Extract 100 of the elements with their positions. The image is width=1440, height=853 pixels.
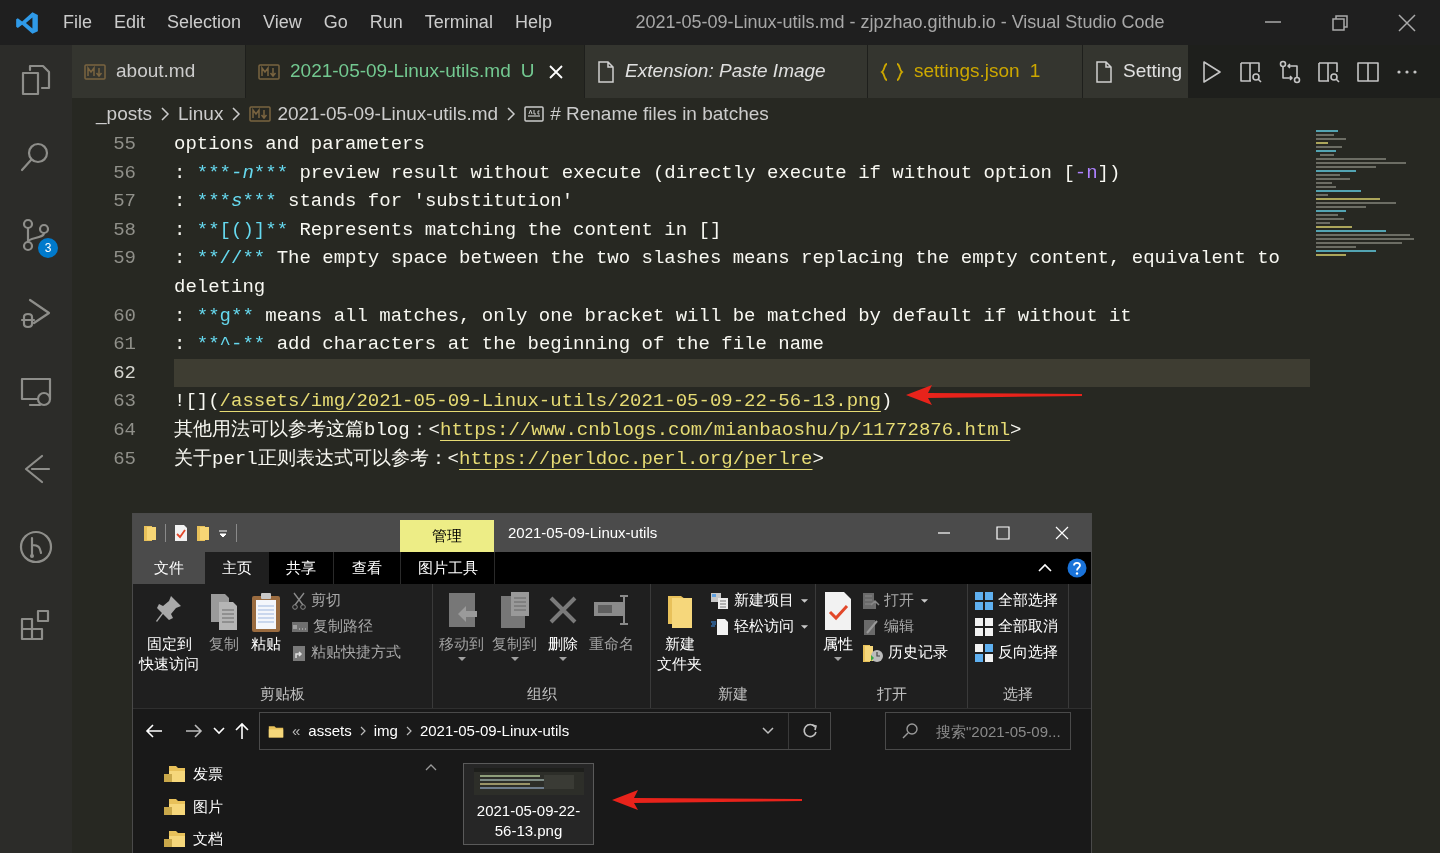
run-icon[interactable] xyxy=(1200,59,1224,84)
file-name: 2021-05-09-22-56-13.png xyxy=(475,801,582,841)
close-icon[interactable] xyxy=(1396,12,1417,33)
editor-tab[interactable]: Extension: Paste Image xyxy=(585,45,868,98)
nav-item[interactable]: 发票 xyxy=(193,763,223,786)
folder-icon xyxy=(268,723,284,739)
collapse-ribbon-icon[interactable] xyxy=(1037,563,1053,573)
help-icon[interactable] xyxy=(1067,558,1087,578)
group-label: 打开 xyxy=(876,683,907,704)
ribbon-button[interactable]: 轻松访问 xyxy=(710,616,809,637)
ribbon-tab[interactable]: 主页 xyxy=(205,552,269,584)
menu-item[interactable]: Terminal xyxy=(415,5,502,40)
link[interactable]: /assets/img/2021-05-09-Linux-utils/2021-05-09-22-56-13.png xyxy=(219,390,881,413)
link[interactable]: https://perldoc.perl.org/perlre xyxy=(459,447,813,470)
document-icon xyxy=(1095,60,1113,83)
ribbon-button[interactable]: 反向选择 xyxy=(974,642,1058,663)
code-line: options and parameters xyxy=(174,132,425,157)
shortcut-icon xyxy=(291,643,307,662)
menu-item[interactable]: Selection xyxy=(158,5,251,40)
chevron-right-icon xyxy=(359,726,366,736)
path-segment[interactable]: img xyxy=(373,719,398,743)
ribbon-button[interactable]: 全部选择 xyxy=(974,590,1058,611)
nav-item[interactable]: 图片 xyxy=(193,795,223,818)
scroll-up-icon[interactable] xyxy=(425,763,437,771)
group-label: 选择 xyxy=(1003,683,1033,704)
forward-icon[interactable] xyxy=(185,723,203,739)
ribbon-button[interactable]: 新建 文件夹 xyxy=(657,590,702,674)
folder-icon[interactable] xyxy=(143,524,157,542)
folder-icon[interactable] xyxy=(196,524,210,542)
restore-icon[interactable] xyxy=(1329,12,1350,33)
code-line: ![](/assets/img/2021-05-09-Linux-utils/2021-05-09-22-56-13.png) xyxy=(174,389,893,415)
menu-item[interactable]: Run xyxy=(360,5,412,40)
back-icon[interactable] xyxy=(145,723,163,739)
recent-dropdown-icon[interactable] xyxy=(213,727,225,735)
menu-item[interactable]: Go xyxy=(314,5,357,40)
line-number: 61 xyxy=(112,332,136,358)
breadcrumb-item[interactable]: _posts xyxy=(96,99,152,129)
menu-item[interactable]: File xyxy=(54,5,101,40)
edit-icon xyxy=(862,617,880,636)
window-title: 2021-05-09-Linux-utils.md - zjpzhao.github.io - Visual Studio Code xyxy=(635,11,1165,34)
menu-item[interactable]: Edit xyxy=(105,5,155,40)
ribbon-button[interactable]: 粘贴 xyxy=(249,590,283,654)
path-segment[interactable]: 2021-05-09-Linux-utils xyxy=(419,719,570,743)
editor-tab[interactable]: 2021-05-09-Linux-utils.md U xyxy=(246,45,585,98)
select-all-icon xyxy=(974,590,994,611)
dropdown-icon[interactable] xyxy=(218,528,228,538)
line-number: 60 xyxy=(112,303,136,329)
editor-tab[interactable]: settings.json 1 xyxy=(868,45,1083,98)
context-tab[interactable]: 管理 xyxy=(400,520,494,552)
ribbon-button[interactable]: 历史记录 xyxy=(862,642,948,663)
open-icon xyxy=(862,591,880,610)
code-line: : ***-n*** preview result without execute (directly execute if without option [-n]) xyxy=(174,160,1121,186)
line-number: 64 xyxy=(112,417,136,443)
address-bar[interactable]: « assets img 2021-05-09-Linux-utils xyxy=(259,712,831,750)
path-segment[interactable]: assets xyxy=(308,719,352,743)
path-icon xyxy=(291,619,309,634)
new-item-icon xyxy=(710,591,730,610)
ribbon-button[interactable]: 全部取消 xyxy=(974,616,1058,637)
ribbon-tab[interactable]: 文件 xyxy=(133,552,205,584)
caret-down-icon xyxy=(558,656,568,662)
ribbon-button[interactable]: 删除 xyxy=(545,590,581,662)
preview-icon[interactable] xyxy=(1317,59,1341,84)
chevron-right-icon xyxy=(160,106,170,122)
link[interactable]: https://www.cnblogs.com/mianbaoshu/p/11772876.html xyxy=(440,418,1011,441)
window-title: 2021-05-09-Linux-utils xyxy=(508,522,658,543)
line-number: 58 xyxy=(112,217,136,243)
breadcrumb-item[interactable]: 2021-05-09-Linux-utils.md xyxy=(277,99,499,129)
nav-item[interactable]: 文档 xyxy=(193,828,223,851)
status-label: U xyxy=(520,59,535,84)
menu-item[interactable]: Help xyxy=(505,5,561,40)
editor-tab[interactable]: Setting xyxy=(1083,45,1188,98)
maximize-icon[interactable] xyxy=(995,526,1010,540)
menu-item[interactable]: View xyxy=(254,5,311,40)
button-label: 新建 xyxy=(664,634,695,654)
symbol-string-icon xyxy=(524,106,545,122)
split-editor-icon[interactable] xyxy=(1356,59,1380,84)
breadcrumb-item[interactable]: # Rename files in batches xyxy=(550,99,769,129)
file-tile[interactable]: 2021-05-09-22-56-13.png xyxy=(463,763,594,845)
code-line: 关于perl正则表达式可以参考：<https://perldoc.perl.org/perlre> xyxy=(174,446,824,472)
compare-icon[interactable] xyxy=(1278,59,1302,84)
properties-icon[interactable] xyxy=(174,524,188,542)
group-label: 组织 xyxy=(526,683,557,704)
group-label: 新建 xyxy=(718,683,748,704)
breadcrumb-item[interactable]: Linux xyxy=(178,99,224,129)
ribbon-button[interactable]: 属性 xyxy=(822,590,854,662)
invert-selection-icon xyxy=(974,642,994,663)
ribbon-button[interactable]: 新建项目 xyxy=(710,590,809,611)
code-line: : **[()]** Represents matching the content in [] xyxy=(174,217,722,243)
caret-down-icon xyxy=(509,656,520,662)
preview-side-icon[interactable] xyxy=(1239,59,1263,84)
chevron-down-icon[interactable] xyxy=(762,727,774,735)
editor-tab[interactable]: about.md xyxy=(72,45,246,98)
up-icon[interactable] xyxy=(235,722,249,740)
ribbon-button[interactable]: 固定到 快速访问 xyxy=(139,590,199,674)
button-label: 文件夹 xyxy=(657,654,702,674)
code-line: 其他用法可以参考这篇blog：<https://www.cnblogs.com/mianbaoshu/p/11772876.html> xyxy=(174,417,1022,443)
refresh-icon[interactable] xyxy=(801,723,818,739)
search-field[interactable]: 搜索"2021-05-09... xyxy=(885,712,1071,750)
branch-circle-icon[interactable] xyxy=(18,529,54,565)
overflow-chevron[interactable]: « xyxy=(292,719,301,743)
